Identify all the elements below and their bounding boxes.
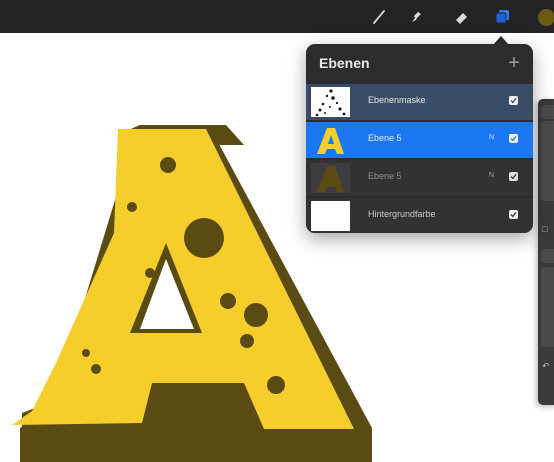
layer-row[interactable]: Ebene 5 N <box>306 160 533 196</box>
brush-size-track[interactable] <box>541 121 554 201</box>
layers-panel-header: Ebenen + <box>306 44 533 84</box>
brush-size-slider[interactable] <box>541 105 554 119</box>
opacity-slider[interactable] <box>541 249 554 263</box>
layers-panel: Ebenen + Ebenenmaske Ebene 5 N Ebene 5 N… <box>306 44 533 233</box>
layer-thumbnail-mask <box>311 87 350 117</box>
layer-name: Ebenenmaske <box>368 95 426 105</box>
color-swatch[interactable] <box>538 9 554 26</box>
layer-visibility-checkbox[interactable] <box>509 96 518 105</box>
layer-row-mask[interactable]: Ebenenmaske <box>306 84 533 120</box>
layer-thumbnail <box>311 125 350 155</box>
layer-visibility-checkbox[interactable] <box>509 210 518 219</box>
add-layer-button[interactable]: + <box>504 53 524 73</box>
side-dock: □ ↶ <box>538 99 554 405</box>
layer-name: Ebene 5 <box>368 133 402 143</box>
smudge-icon[interactable] <box>405 6 427 28</box>
layer-thumbnail <box>311 163 350 193</box>
undo-icon[interactable]: ↶ <box>542 361 550 372</box>
layer-visibility-checkbox[interactable] <box>509 134 518 143</box>
layer-thumbnail-background <box>311 201 350 231</box>
layer-visibility-checkbox[interactable] <box>509 172 518 181</box>
top-toolbar <box>0 0 554 33</box>
procreate-canvas-screen: □ ↶ Ebenen + Ebenenmaske Ebene 5 N Ebene… <box>0 0 554 462</box>
opacity-track[interactable] <box>541 267 554 347</box>
layers-icon[interactable] <box>491 6 513 28</box>
layer-row-background[interactable]: Hintergrundfarbe <box>306 198 533 233</box>
layers-title: Ebenen <box>319 55 370 71</box>
layer-name: Hintergrundfarbe <box>368 209 436 219</box>
blend-mode-label[interactable]: N <box>489 172 494 179</box>
brush-icon[interactable] <box>368 6 390 28</box>
layer-row-selected[interactable]: Ebene 5 N <box>306 122 533 158</box>
layer-name: Ebene 5 <box>368 171 402 181</box>
eraser-icon[interactable] <box>450 6 472 28</box>
modify-button-icon[interactable]: □ <box>542 224 547 234</box>
blend-mode-label[interactable]: N <box>489 134 494 141</box>
